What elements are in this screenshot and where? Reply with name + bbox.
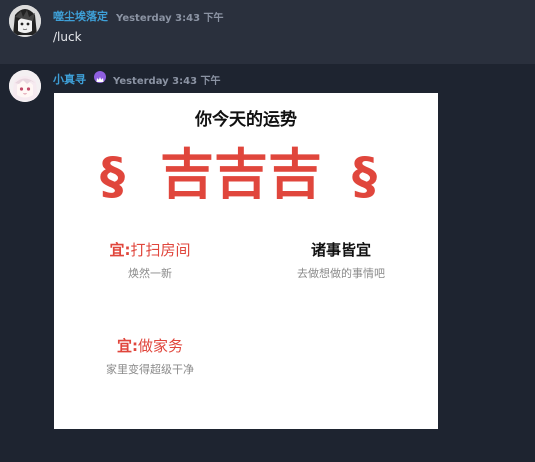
fortune-item-label: 宜: xyxy=(116,337,138,355)
message-user: 噬尘埃落定 Yesterday 3:43 下午 /luck xyxy=(0,0,535,64)
chat-window: 噬尘埃落定 Yesterday 3:43 下午 /luck 小真寻 Yester… xyxy=(0,0,535,462)
fortune-item: 宜:打扫房间 焕然一新 xyxy=(100,239,200,281)
user-avatar[interactable] xyxy=(9,5,41,37)
message-text: /luck xyxy=(53,30,82,44)
timestamp: Yesterday 3:43 下午 xyxy=(113,76,221,87)
timestamp: Yesterday 3:43 下午 xyxy=(116,13,224,24)
section-symbol-left: § xyxy=(100,147,125,205)
anime-avatar-icon xyxy=(9,5,41,37)
bot-username[interactable]: 小真寻 xyxy=(53,71,86,87)
fortune-item: 诸事皆宜 去做想做的事情吧 xyxy=(286,239,396,281)
fortune-item-label: 宜: xyxy=(109,241,131,259)
fortune-title: 你今天的运势 xyxy=(195,110,297,130)
fortune-item-desc: 焕然一新 xyxy=(128,267,172,280)
fortune-card-image[interactable]: 你今天的运势 § 吉吉吉 § 宜:打扫房间 焕然一新 诸事皆宜 去做想做的事情吧… xyxy=(54,93,438,429)
fortune-item-value: 打扫房间 xyxy=(130,241,191,259)
fortune-item-value: 诸事皆宜 xyxy=(310,241,371,259)
username[interactable]: 噬尘埃落定 xyxy=(53,8,108,24)
fortune-item-value: 做家务 xyxy=(137,337,183,355)
section-symbol-right: § xyxy=(352,147,377,205)
fortune-item-desc: 去做想做的事情吧 xyxy=(297,267,385,280)
crown-icon xyxy=(94,71,106,83)
luck-banner: § 吉吉吉 § xyxy=(54,145,438,225)
bot-avatar[interactable] xyxy=(9,70,41,102)
luck-level: 吉吉吉 xyxy=(160,143,322,206)
fortune-item: 宜:做家务 家里变得超级干净 xyxy=(90,335,210,377)
anime-avatar-icon xyxy=(9,70,41,102)
fortune-item-desc: 家里变得超级干净 xyxy=(106,363,194,376)
